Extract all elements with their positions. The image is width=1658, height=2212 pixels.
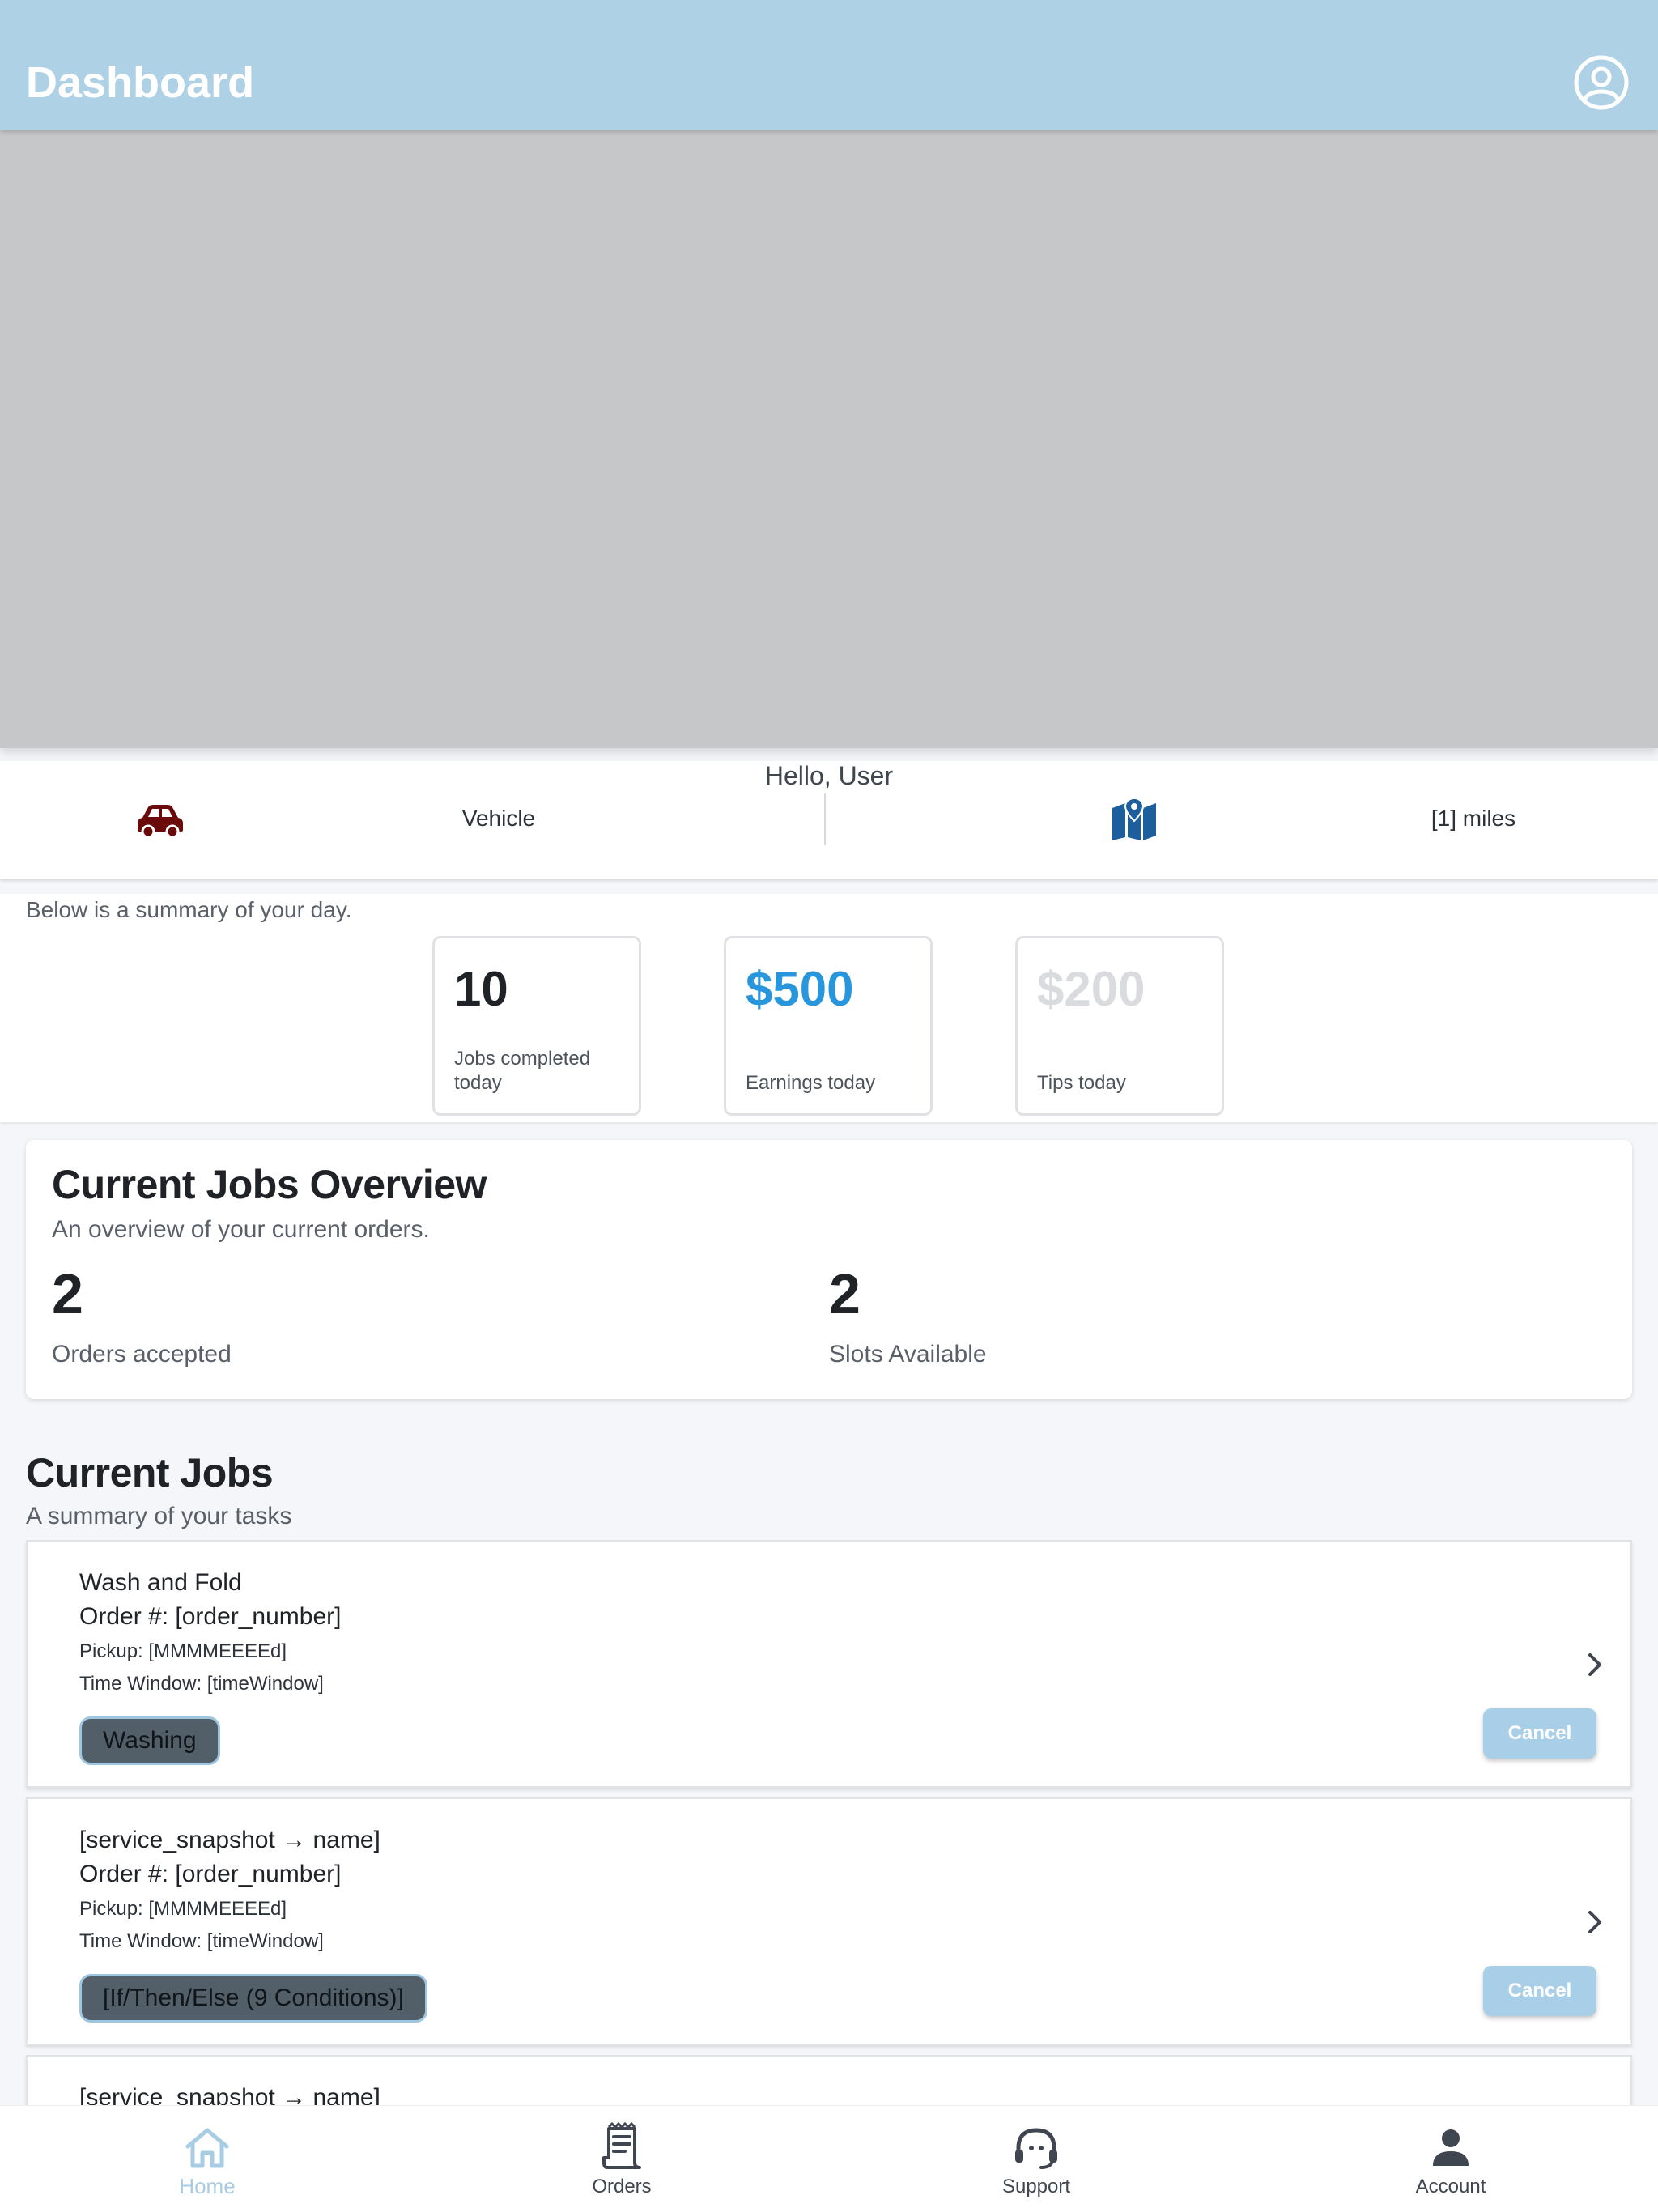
dashboard-page: Dashboard Hello, User Vehicle [1] miles … xyxy=(0,0,1658,2212)
orders-accepted-count: 2 xyxy=(52,1262,83,1325)
nav-item-orders[interactable]: Orders xyxy=(414,2106,829,2212)
job-service-name: Wash and Fold xyxy=(79,1569,242,1596)
job-time-window: Time Window: [timeWindow] xyxy=(79,1930,324,1952)
receipt-icon xyxy=(602,2122,641,2169)
headset-icon xyxy=(1015,2128,1057,2169)
car-icon[interactable] xyxy=(134,800,186,839)
home-icon xyxy=(185,2128,229,2168)
chevron-right-icon[interactable] xyxy=(1580,1903,1609,1942)
nav-item-home[interactable]: Home xyxy=(0,2106,414,2212)
nav-label-orders: Orders xyxy=(592,2176,652,2197)
stat-value: $500 xyxy=(746,962,854,1016)
chevron-right-icon[interactable] xyxy=(1580,1645,1609,1684)
stat-value: 10 xyxy=(454,962,508,1016)
nav-item-support[interactable]: Support xyxy=(829,2106,1244,2212)
greeting-text: Hello, User xyxy=(764,761,894,790)
job-time-window: Time Window: [timeWindow] xyxy=(79,1673,324,1695)
person-icon xyxy=(1433,2129,1469,2166)
status-badge: [If/Then/Else (9 Conditions)] xyxy=(79,1974,427,2023)
job-service-name: [service_snapshot → name] xyxy=(79,1827,380,1853)
summary-intro: Below is a summary of your day. xyxy=(26,897,352,922)
page-title: Dashboard xyxy=(26,58,255,107)
info-divider xyxy=(824,793,826,845)
nav-item-account[interactable]: Account xyxy=(1244,2106,1658,2212)
nav-label-support: Support xyxy=(1001,2176,1071,2197)
cancel-button[interactable]: Cancel xyxy=(1483,1708,1596,1759)
vehicle-label: Vehicle xyxy=(461,806,536,831)
stat-label: Jobs completed today xyxy=(454,1048,591,1094)
stat-card-tips: $200 Tips today xyxy=(1015,936,1224,1116)
slots-available-label: Slots Available xyxy=(829,1341,987,1368)
nav-label-home: Home xyxy=(179,2174,236,2198)
stat-card-jobs-completed: 10 Jobs completed today xyxy=(432,936,641,1116)
profile-button[interactable] xyxy=(1571,52,1632,113)
miles-label: [1] miles xyxy=(1431,806,1516,831)
bottom-nav: Home Orders Support Account xyxy=(0,2105,1658,2212)
job-card[interactable]: [service_snapshot → name] Order #: [orde… xyxy=(26,1797,1632,2045)
slots-available-count: 2 xyxy=(829,1262,861,1325)
job-pickup: Pickup: [MMMMEEEEd] xyxy=(79,1898,287,1920)
map-icon[interactable] xyxy=(1111,797,1158,840)
stat-card-earnings: $500 Earnings today xyxy=(724,936,933,1116)
stat-label: Tips today xyxy=(1037,1072,1126,1094)
job-order-number: Order #: [order_number] xyxy=(79,1603,342,1630)
overview-title: Current Jobs Overview xyxy=(52,1162,487,1207)
cancel-button[interactable]: Cancel xyxy=(1483,1966,1596,2016)
overview-subtitle: An overview of your current orders. xyxy=(52,1216,430,1243)
job-pickup: Pickup: [MMMMEEEEd] xyxy=(79,1640,287,1662)
daily-summary: Below is a summary of your day. 10 Jobs … xyxy=(0,894,1658,1122)
current-jobs-title: Current Jobs xyxy=(26,1450,274,1495)
status-badge: Washing xyxy=(79,1716,220,1765)
app-header: Dashboard xyxy=(0,0,1658,130)
stat-label: Earnings today xyxy=(746,1072,876,1094)
map-view[interactable] xyxy=(0,130,1658,748)
stat-value: $200 xyxy=(1037,962,1146,1016)
vehicle-info-bar: Hello, User Vehicle [1] miles xyxy=(0,761,1658,879)
jobs-overview-card: Current Jobs Overview An overview of you… xyxy=(26,1140,1632,1399)
orders-accepted-label: Orders accepted xyxy=(52,1341,232,1368)
user-circle-icon xyxy=(1574,55,1629,110)
current-jobs-subtitle: A summary of your tasks xyxy=(26,1503,292,1529)
job-order-number: Order #: [order_number] xyxy=(79,1861,342,1887)
nav-label-account: Account xyxy=(1415,2176,1486,2197)
job-card[interactable]: Wash and Fold Order #: [order_number] Pi… xyxy=(26,1540,1632,1788)
